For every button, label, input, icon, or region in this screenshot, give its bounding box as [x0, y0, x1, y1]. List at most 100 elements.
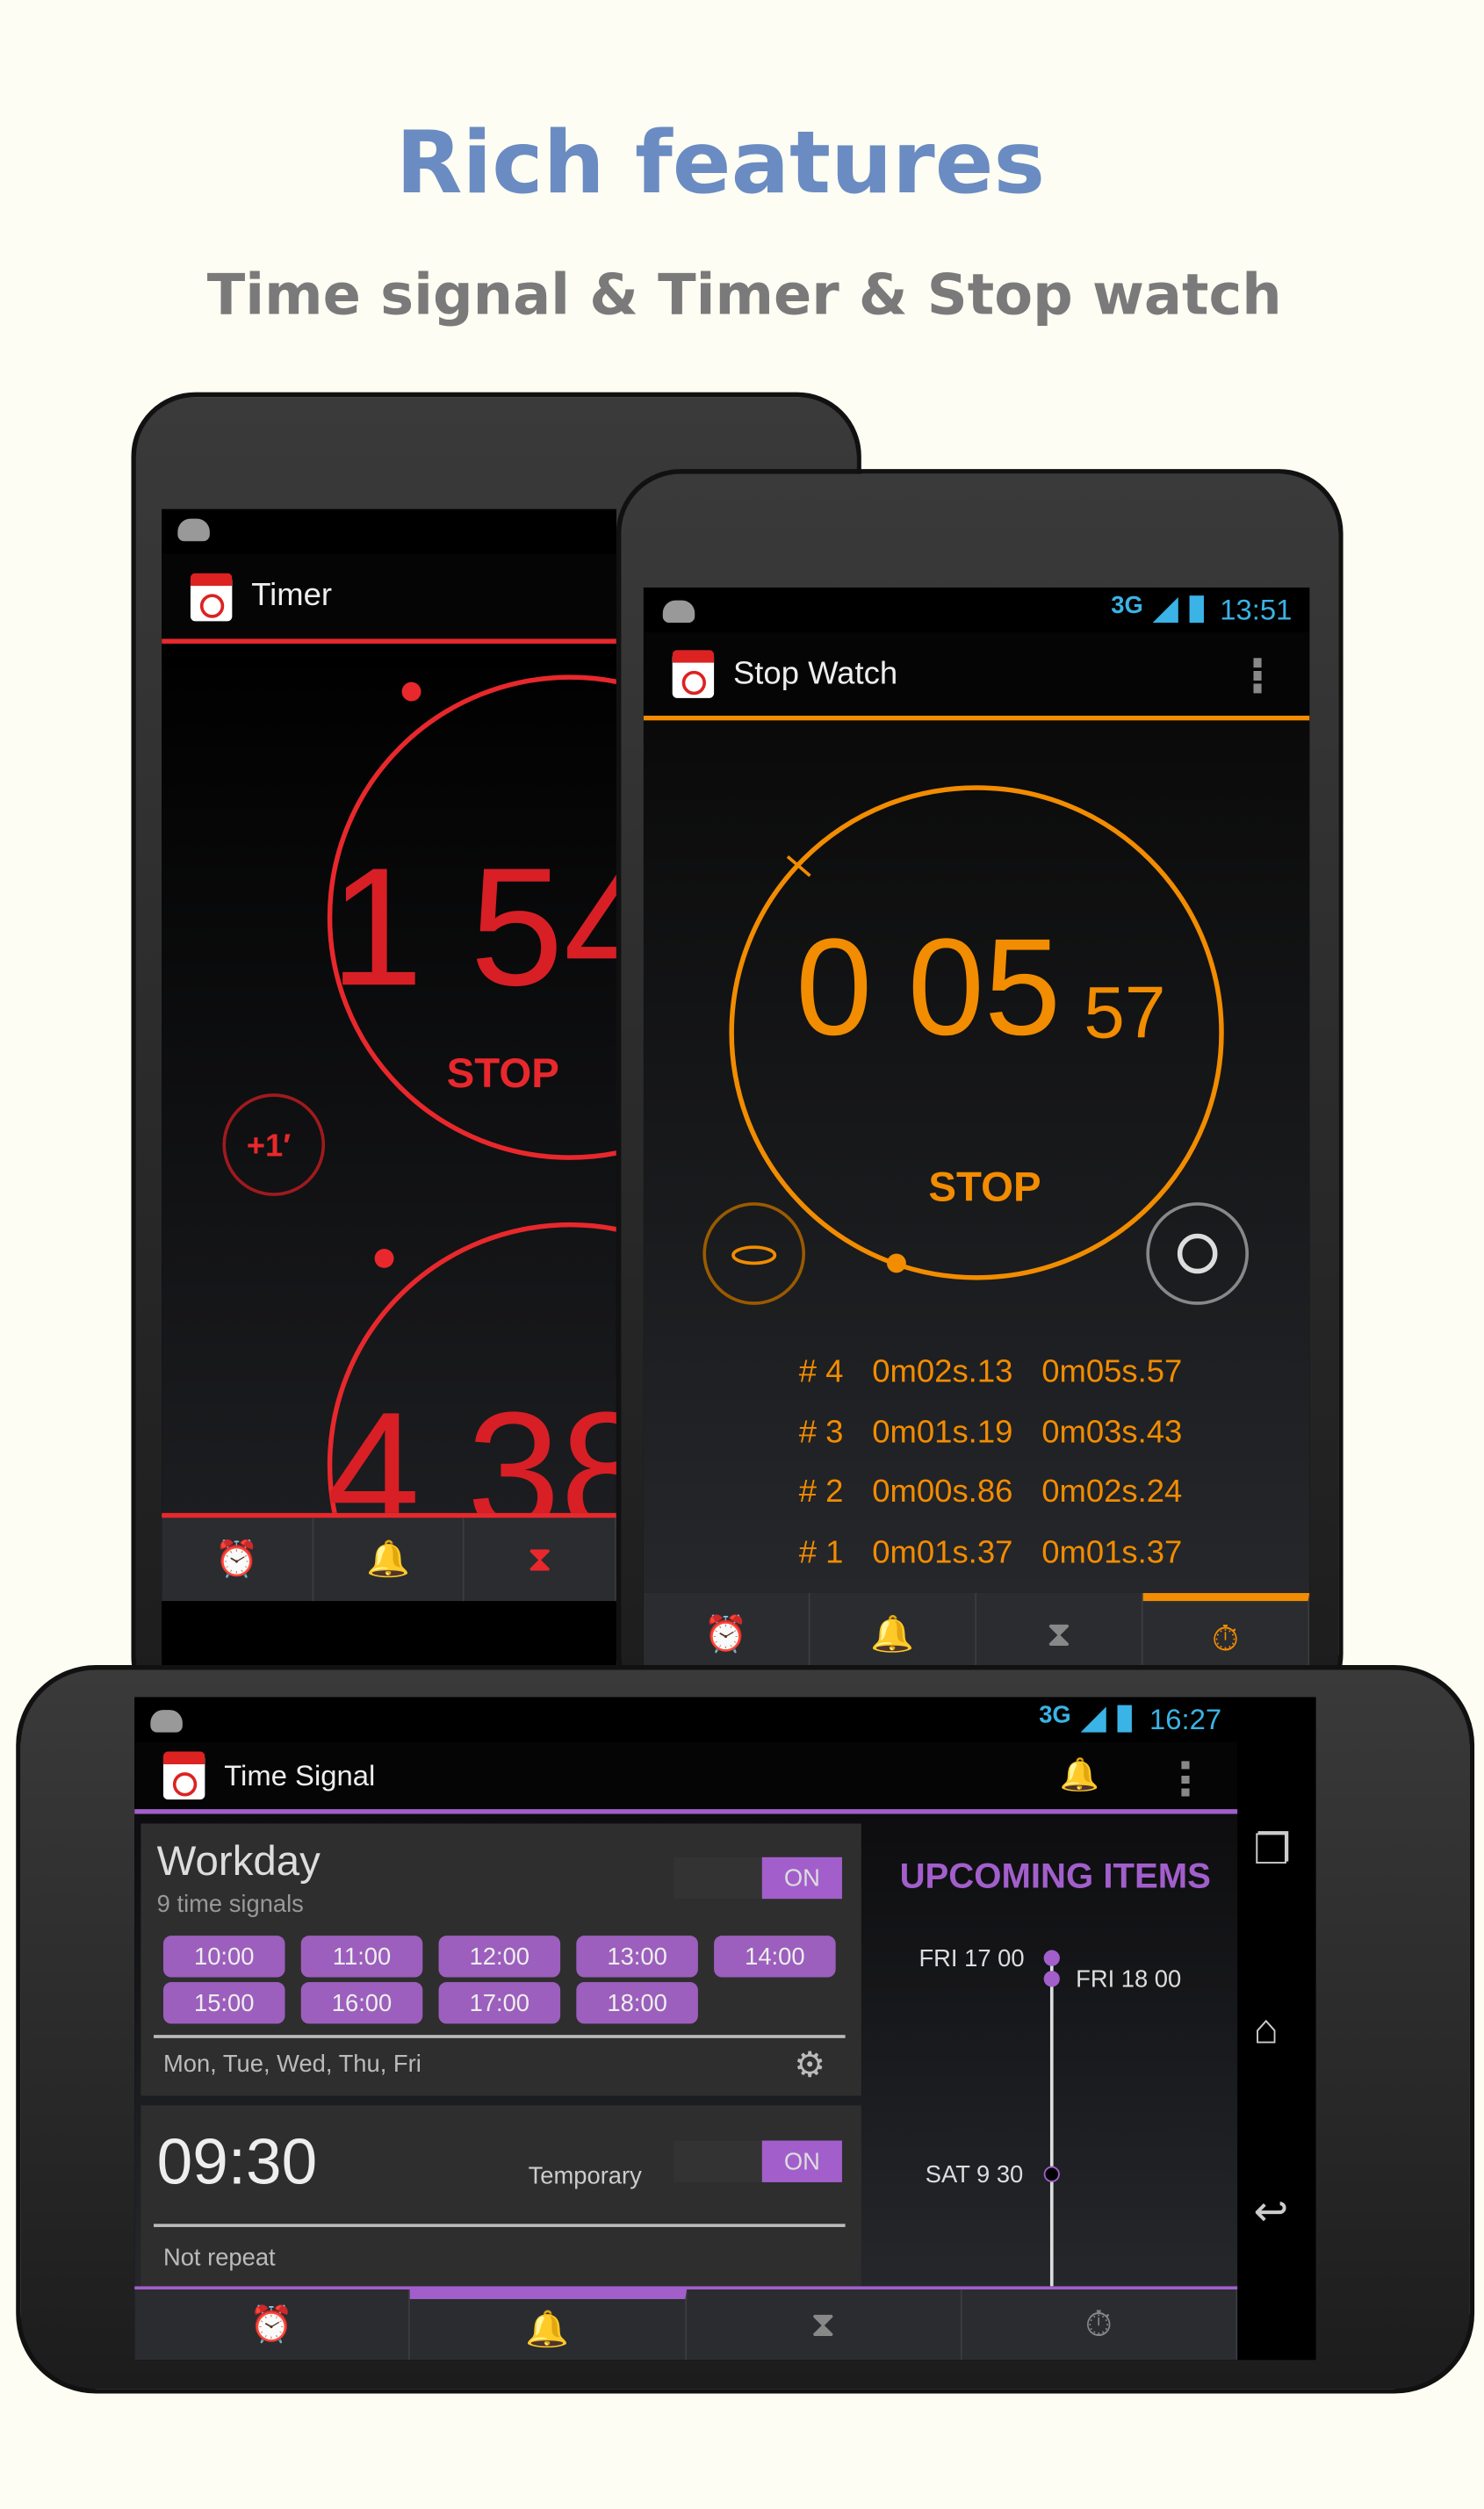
tab-alarm[interactable]: ⏰	[162, 1518, 313, 1602]
tab-alarm[interactable]: ⏰	[644, 1592, 810, 1676]
timesignal-screen: 3G 16:27 Time Signal 🔔 Workday 9 time si…	[134, 1697, 1316, 2361]
overflow-menu-icon[interactable]	[1181, 1761, 1190, 1797]
tab-time-signal[interactable]: 🔔	[810, 1592, 977, 1676]
lap-icon	[731, 1245, 777, 1265]
lap-lap: 0m01s.19	[872, 1414, 1013, 1450]
app-icon	[162, 1751, 205, 1800]
time-chips: 10:00 11:00 12:00 13:00 14:00 15:00 16:00 17:00…	[162, 1936, 852, 2024]
lap-lap: 0m00s.86	[872, 1474, 1013, 1510]
hundredths: 57	[1084, 970, 1166, 1054]
lap-lap: 0m01s.37	[872, 1534, 1013, 1571]
timer-ring-handle-2	[374, 1249, 394, 1268]
time-chip[interactable]: 12:00	[438, 1936, 561, 1978]
lap-row: # 1 0m01s.37 0m01s.37	[799, 1535, 1183, 1596]
hourglass-icon: ⧗	[1046, 1613, 1072, 1655]
app-icon	[190, 572, 233, 621]
hourglass-icon: ⧗	[527, 1538, 552, 1579]
tab-bar: ⏰ 🔔 ⧗ ⏱	[643, 1592, 1310, 1676]
lap-total: 0m05s.57	[1041, 1354, 1183, 1390]
time-chip[interactable]: 17:00	[438, 1981, 561, 2024]
tab-timer[interactable]: ⧗	[465, 1518, 616, 1602]
time-chip[interactable]: 13:00	[576, 1936, 698, 1978]
upcoming-item: FRI 18 00	[1076, 1965, 1182, 1994]
divider	[154, 2035, 846, 2038]
card-time: 09:30	[156, 2127, 318, 2199]
lap-total: 0m02s.24	[1041, 1474, 1183, 1510]
timeline-dot	[1043, 2166, 1060, 2182]
lap-n: # 2	[798, 1474, 844, 1510]
tab-time-signal[interactable]: 🔔	[410, 2289, 687, 2361]
action-bar: Time Signal 🔔	[134, 1741, 1238, 1814]
screen-title: Stop Watch	[732, 655, 898, 691]
recent-apps-icon[interactable]: ❐	[1253, 1825, 1291, 1875]
minutes: 0	[796, 911, 873, 1065]
tab-timer[interactable]: ⧗	[976, 1592, 1143, 1676]
lap-total: 0m03s.43	[1041, 1414, 1183, 1450]
page-subtitle: Time signal & Timer & Stop watch	[206, 263, 1282, 328]
tab-stopwatch[interactable]: ⏱	[1142, 1592, 1310, 1676]
gear-icon[interactable]: ⚙	[794, 2044, 825, 2086]
alarm-icon: ⏰	[703, 1613, 748, 1655]
stop-button[interactable]: STOP	[928, 1163, 1041, 1213]
page-title: Rich features	[395, 112, 1046, 213]
plus-one-label[interactable]: +1′	[247, 1128, 291, 1165]
tab-timer[interactable]: ⧗	[686, 2289, 962, 2361]
time-chip[interactable]: 11:00	[300, 1936, 423, 1978]
android-icon	[177, 518, 210, 542]
bell-icon: 🔔	[366, 1538, 411, 1579]
time-chip[interactable]: 10:00	[162, 1936, 285, 1978]
android-icon	[662, 600, 695, 624]
back-icon[interactable]: ↩	[1253, 2187, 1288, 2237]
card-type: Temporary	[528, 2163, 642, 2191]
stopwatch-screen: 3G 13:51 Stop Watch 0 05 57 STOP # 4 0m02…	[643, 588, 1310, 1676]
stop-button[interactable]: STOP	[447, 1049, 559, 1099]
timer-screen: Timer 1 54 STOP +1′ 4 38 ⏰ 🔔 ⧗	[162, 508, 616, 1666]
time-chip[interactable]: 18:00	[576, 1981, 698, 2024]
screen-title: Timer	[251, 578, 333, 614]
network-indicator: 3G	[1111, 592, 1143, 620]
stopwatch-icon: ⏱	[1211, 1618, 1240, 1658]
lap-row: # 3 0m01s.19 0m03s.43	[799, 1415, 1183, 1475]
app-icon	[672, 650, 715, 698]
lap-n: # 1	[798, 1534, 844, 1571]
lap-lap: 0m02s.13	[872, 1354, 1013, 1390]
lap-n: # 3	[798, 1414, 844, 1450]
toggle-switch[interactable]: ON	[674, 2140, 842, 2182]
timeline-line	[1049, 1951, 1054, 2287]
time-chip[interactable]: 15:00	[162, 1981, 285, 2024]
seconds: 05	[907, 911, 1062, 1065]
timeline-dot	[1043, 1950, 1060, 1966]
time-chip[interactable]: 16:00	[300, 1981, 423, 2024]
signal-card-workday[interactable]: Workday 9 time signals ON 10:00 11:00 12:0…	[140, 1823, 861, 2096]
signal-icon	[1152, 597, 1178, 624]
reset-icon	[1177, 1233, 1218, 1274]
timeline-dot	[1043, 1971, 1060, 1987]
lap-row: # 4 0m02s.13 0m05s.57	[799, 1354, 1183, 1415]
tab-alarm[interactable]: ⏰	[134, 2289, 411, 2361]
tab-time-signal[interactable]: 🔔	[313, 1518, 465, 1602]
android-icon	[150, 1710, 183, 1733]
bell-icon: 🔔	[870, 1613, 915, 1655]
network-indicator: 3G	[1039, 1701, 1071, 1729]
hourglass-icon: ⧗	[810, 2304, 836, 2345]
action-bar: Stop Watch	[643, 632, 1310, 721]
tab-stopwatch[interactable]: ⏱	[962, 2289, 1238, 2361]
stopwatch-icon: ⏱	[1084, 2304, 1113, 2345]
status-time: 16:27	[1149, 1703, 1222, 1736]
status-time: 13:51	[1220, 594, 1293, 626]
timer-ring-handle	[401, 681, 421, 702]
status-bar	[162, 508, 616, 554]
lap-button	[702, 1202, 806, 1305]
time-chip[interactable]: 14:00	[714, 1936, 836, 1978]
lap-row: # 2 0m00s.86 0m02s.24	[799, 1474, 1183, 1535]
toggle-switch[interactable]: ON	[674, 1857, 842, 1900]
action-bar: Timer	[162, 553, 616, 644]
overflow-menu-icon[interactable]	[1253, 658, 1262, 694]
home-icon[interactable]: ⌂	[1253, 2005, 1279, 2055]
card-repeat: Not repeat	[162, 2244, 276, 2272]
stopwatch-handle	[886, 1253, 906, 1273]
battery-icon	[1189, 595, 1204, 624]
upcoming-item: SAT 9 30	[925, 2161, 1024, 2189]
signal-card-temporary[interactable]: 09:30 Temporary ON Not repeat	[140, 2105, 861, 2287]
add-bell-icon[interactable]: 🔔	[1060, 1755, 1099, 1795]
